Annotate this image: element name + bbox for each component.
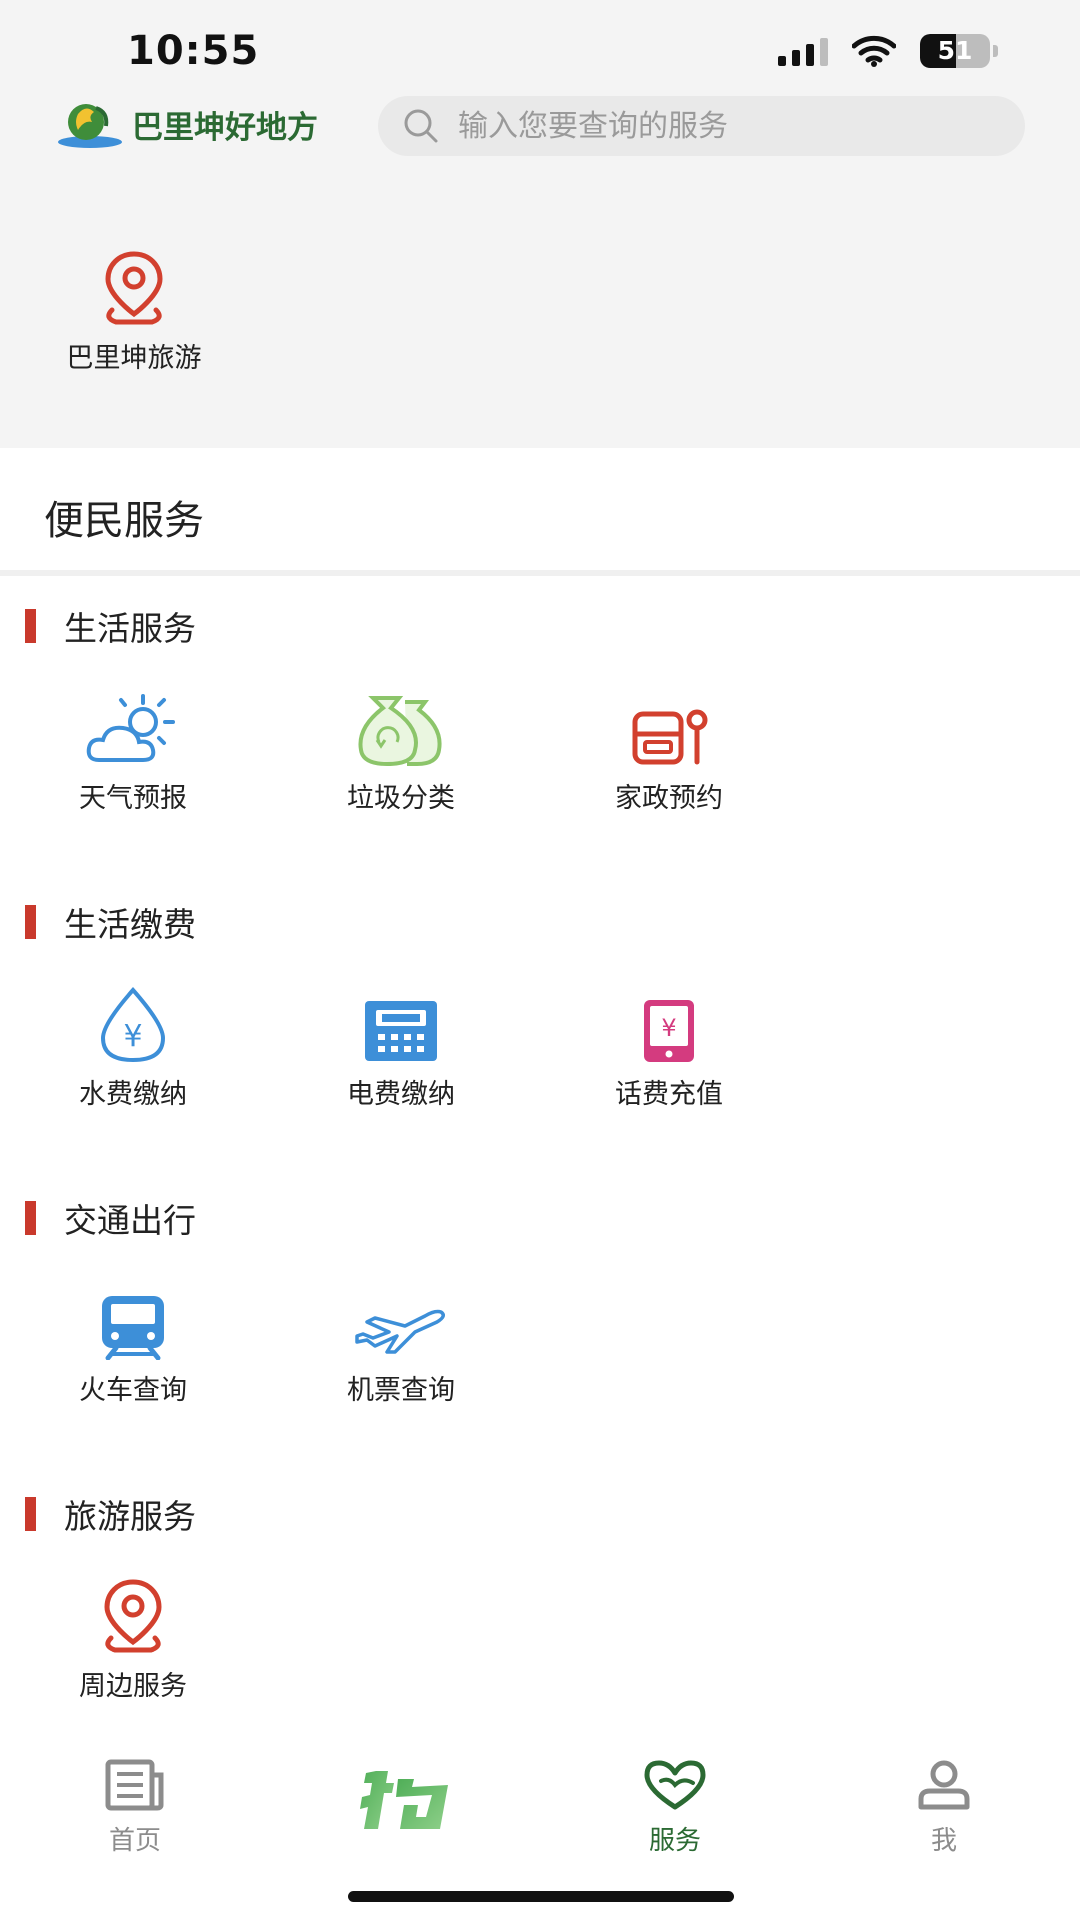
nav-label: 我 bbox=[930, 1826, 957, 1856]
search-input[interactable] bbox=[456, 107, 980, 145]
phone-recharge-icon: ¥ bbox=[644, 1000, 694, 1062]
service-flight[interactable]: 机票查询 bbox=[301, 1274, 501, 1407]
logo-icon bbox=[58, 104, 122, 148]
nav-item-services[interactable]: 服务 bbox=[595, 1754, 755, 1857]
status-time: 10:55 bbox=[127, 28, 260, 74]
pai-logo-icon bbox=[360, 1771, 448, 1829]
svg-text:¥: ¥ bbox=[661, 1014, 676, 1042]
category-title: 旅游服务 bbox=[64, 1497, 196, 1536]
search-icon bbox=[404, 109, 438, 143]
app-logo[interactable]: 巴里坤好地方 bbox=[56, 96, 318, 152]
category-title: 生活缴费 bbox=[64, 905, 196, 944]
status-bar: 10:55 51 bbox=[0, 0, 1080, 100]
search-box[interactable] bbox=[378, 96, 1025, 156]
service-label: 周边服务 bbox=[79, 1671, 187, 1702]
service-label: 垃圾分类 bbox=[347, 783, 455, 814]
service-nearby[interactable]: 周边服务 bbox=[33, 1570, 233, 1703]
location-pin-icon bbox=[104, 1579, 162, 1653]
heart-service-icon bbox=[644, 1760, 706, 1810]
category-marker bbox=[25, 1201, 36, 1235]
nav-label: 服务 bbox=[648, 1826, 701, 1856]
category-header: 生活服务 bbox=[25, 606, 196, 648]
nav-item-pai[interactable] bbox=[326, 1754, 486, 1850]
status-icons: 51 bbox=[778, 34, 998, 68]
user-icon bbox=[918, 1760, 970, 1810]
service-label: 机票查询 bbox=[347, 1375, 455, 1406]
category-marker bbox=[25, 1497, 36, 1531]
quick-item-travel[interactable]: 巴里坤旅游 bbox=[40, 244, 228, 375]
category-marker bbox=[25, 609, 36, 643]
water-drop-icon: ¥ bbox=[100, 986, 166, 1063]
housekeeping-icon bbox=[632, 709, 708, 765]
service-label: 话费充值 bbox=[615, 1079, 723, 1110]
service-label: 家政预约 bbox=[615, 783, 723, 814]
section-header: 便民服务 bbox=[0, 448, 1080, 570]
cellular-signal-icon bbox=[778, 36, 828, 66]
service-weather[interactable]: 天气预报 bbox=[33, 682, 233, 815]
nav-label: 首页 bbox=[108, 1826, 161, 1856]
app-header: 巴里坤好地方 bbox=[0, 96, 1080, 160]
electric-meter-icon bbox=[365, 1001, 437, 1061]
home-indicator[interactable] bbox=[348, 1891, 734, 1902]
category-header: 旅游服务 bbox=[25, 1494, 196, 1536]
section-divider bbox=[0, 570, 1080, 576]
logo-text: 巴里坤好地方 bbox=[132, 109, 318, 146]
nav-item-me[interactable]: 我 bbox=[864, 1754, 1024, 1857]
battery-icon: 51 bbox=[920, 34, 998, 68]
service-phone-recharge[interactable]: ¥ 话费充值 bbox=[569, 978, 769, 1111]
garbage-bag-icon bbox=[358, 696, 442, 767]
nav-item-home[interactable]: 首页 bbox=[55, 1754, 215, 1857]
category-header: 交通出行 bbox=[25, 1198, 196, 1240]
category-title: 交通出行 bbox=[64, 1201, 196, 1240]
airplane-icon bbox=[355, 1309, 445, 1354]
service-water-fee[interactable]: ¥ 水费缴纳 bbox=[33, 978, 233, 1111]
battery-percentage: 51 bbox=[937, 36, 973, 65]
service-train[interactable]: 火车查询 bbox=[33, 1274, 233, 1407]
quick-item-label: 巴里坤旅游 bbox=[66, 343, 202, 374]
service-housekeeping[interactable]: 家政预约 bbox=[569, 682, 769, 815]
category-title: 生活服务 bbox=[64, 609, 196, 648]
category-header: 生活缴费 bbox=[25, 902, 196, 944]
service-garbage[interactable]: 垃圾分类 bbox=[301, 682, 501, 815]
svg-text:¥: ¥ bbox=[123, 1019, 142, 1054]
section-title: 便民服务 bbox=[44, 498, 204, 544]
news-icon bbox=[105, 1759, 164, 1811]
location-pin-icon bbox=[105, 251, 163, 325]
service-label: 火车查询 bbox=[79, 1375, 187, 1406]
service-label: 电费缴纳 bbox=[347, 1079, 455, 1110]
service-electric-fee[interactable]: 电费缴纳 bbox=[301, 978, 501, 1111]
category-marker bbox=[25, 905, 36, 939]
service-label: 水费缴纳 bbox=[79, 1079, 187, 1110]
service-label: 天气预报 bbox=[79, 783, 187, 814]
weather-icon bbox=[86, 694, 175, 762]
train-icon bbox=[102, 1296, 164, 1360]
wifi-icon bbox=[852, 35, 896, 67]
